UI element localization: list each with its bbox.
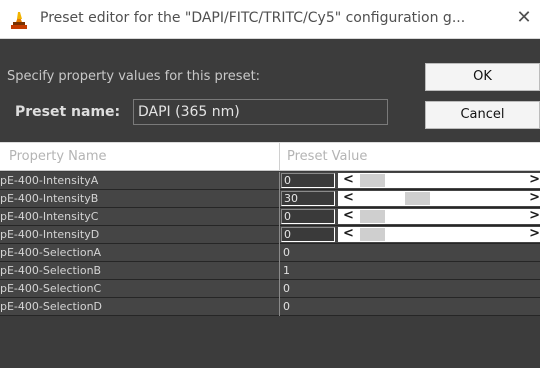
chevron-right-icon[interactable]: > (529, 190, 540, 205)
property-name-cell: pE-400-IntensityD (0, 228, 100, 241)
value-slider[interactable]: < > (338, 172, 540, 188)
value-slider[interactable]: < > (338, 226, 540, 242)
table-row[interactable]: pE-400-IntensityC 0 < > (0, 208, 540, 226)
table-row[interactable]: pE-400-IntensityD 0 < > (0, 226, 540, 244)
table-row[interactable]: pE-400-SelectionB 1 (0, 262, 540, 280)
table-row[interactable]: pE-400-IntensityA 0 < > (0, 172, 540, 190)
chevron-right-icon[interactable]: > (529, 208, 540, 223)
column-divider (279, 190, 280, 208)
chevron-right-icon[interactable]: > (529, 172, 540, 187)
instruction-text: Specify property values for this preset: (7, 69, 261, 84)
preset-value-cell[interactable]: 0 (283, 246, 290, 259)
chevron-left-icon[interactable]: < (343, 208, 354, 223)
column-divider (279, 143, 280, 171)
column-divider (279, 226, 280, 244)
chevron-left-icon[interactable]: < (343, 172, 354, 187)
property-name-cell: pE-400-IntensityC (0, 210, 99, 223)
app-icon (10, 10, 28, 30)
value-slider[interactable]: < > (338, 208, 540, 224)
property-table: Property Name Preset Value pE-400-Intens… (0, 142, 540, 368)
property-name-cell: pE-400-SelectionD (0, 300, 103, 313)
preset-name-label: Preset name: (15, 104, 121, 120)
close-icon[interactable]: ✕ (514, 7, 534, 28)
preset-value-cell[interactable]: 1 (283, 264, 290, 277)
column-header-property-name[interactable]: Property Name (9, 149, 107, 164)
preset-value-field[interactable]: 30 (281, 191, 335, 206)
preset-value-field[interactable]: 0 (281, 227, 335, 242)
column-divider (279, 208, 280, 226)
property-name-cell: pE-400-SelectionC (0, 282, 102, 295)
column-divider (279, 298, 280, 316)
chevron-right-icon[interactable]: > (529, 226, 540, 241)
title-bar: Preset editor for the "DAPI/FITC/TRITC/C… (0, 0, 540, 39)
value-slider[interactable]: < > (338, 190, 540, 206)
ok-button[interactable]: OK (425, 63, 540, 91)
preset-value-field[interactable]: 0 (281, 173, 335, 188)
preset-value-field[interactable]: 0 (281, 209, 335, 224)
chevron-left-icon[interactable]: < (343, 226, 354, 241)
preset-name-input[interactable] (133, 99, 388, 125)
cancel-button[interactable]: Cancel (425, 101, 540, 129)
slider-thumb[interactable] (360, 228, 385, 241)
table-row[interactable]: pE-400-SelectionA 0 (0, 244, 540, 262)
chevron-left-icon[interactable]: < (343, 190, 354, 205)
property-name-cell: pE-400-SelectionB (0, 264, 102, 277)
column-divider (279, 244, 280, 262)
column-header-preset-value[interactable]: Preset Value (287, 149, 367, 164)
property-name-cell: pE-400-IntensityA (0, 174, 99, 187)
preset-value-cell[interactable]: 0 (283, 300, 290, 313)
slider-thumb[interactable] (360, 210, 385, 223)
property-name-cell: pE-400-SelectionA (0, 246, 102, 259)
window-title: Preset editor for the "DAPI/FITC/TRITC/C… (40, 10, 466, 26)
table-row[interactable]: pE-400-IntensityB 30 < > (0, 190, 540, 208)
table-header: Property Name Preset Value (0, 142, 540, 171)
slider-thumb[interactable] (360, 174, 385, 187)
slider-thumb[interactable] (404, 192, 430, 205)
column-divider (279, 262, 280, 280)
preset-editor-window: Preset editor for the "DAPI/FITC/TRITC/C… (0, 0, 540, 368)
property-name-cell: pE-400-IntensityB (0, 192, 99, 205)
column-divider (279, 172, 280, 190)
preset-value-cell[interactable]: 0 (283, 282, 290, 295)
table-row[interactable]: pE-400-SelectionD 0 (0, 298, 540, 316)
table-row[interactable]: pE-400-SelectionC 0 (0, 280, 540, 298)
column-divider (279, 280, 280, 298)
